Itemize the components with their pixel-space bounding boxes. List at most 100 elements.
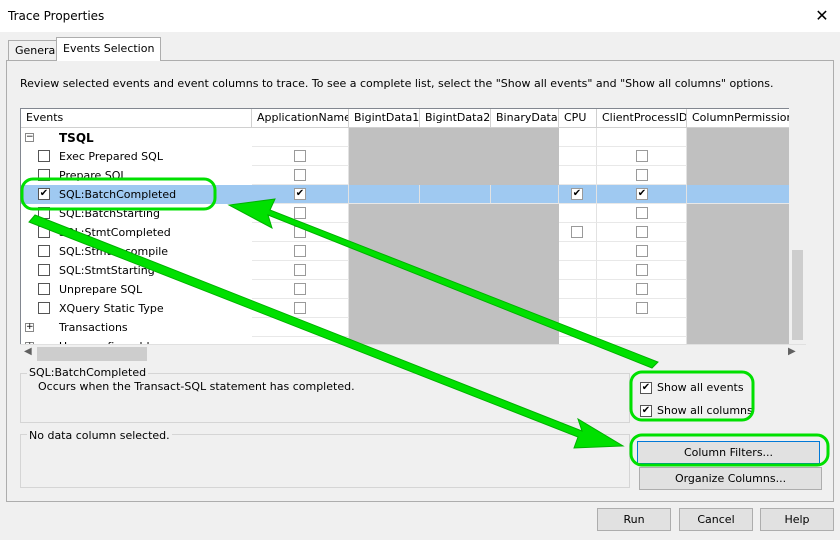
- clientprocessid-checkbox[interactable]: [636, 283, 648, 295]
- grid-cell: [349, 166, 420, 185]
- event-row[interactable]: SQL:StmtStarting: [21, 261, 805, 280]
- help-button[interactable]: Help: [760, 508, 834, 531]
- vertical-scroll-thumb[interactable]: [792, 250, 803, 340]
- clientprocessid-checkbox[interactable]: [636, 245, 648, 257]
- event-row[interactable]: XQuery Static Type: [21, 299, 805, 318]
- event-description-text: Occurs when the Transact-SQL statement h…: [38, 380, 355, 393]
- event-enabled-checkbox[interactable]: [38, 302, 50, 314]
- scroll-right-icon[interactable]: ▶: [788, 346, 796, 357]
- column-header-events[interactable]: Events: [21, 109, 252, 128]
- grid-vertical-scrollbar[interactable]: [789, 108, 806, 344]
- event-enabled-checkbox[interactable]: ✔: [38, 188, 50, 200]
- applicationname-checkbox[interactable]: ✔: [294, 188, 306, 200]
- event-enabled-checkbox[interactable]: [38, 283, 50, 295]
- applicationname-checkbox[interactable]: [294, 226, 306, 238]
- grid-cell: [559, 280, 597, 299]
- expand-icon[interactable]: +: [25, 323, 34, 332]
- tab-events-selection[interactable]: Events Selection: [56, 37, 162, 61]
- grid-cell: [349, 318, 420, 337]
- event-enabled-checkbox[interactable]: [38, 207, 50, 219]
- grid-cell: [349, 280, 420, 299]
- cancel-button[interactable]: Cancel: [679, 508, 753, 531]
- collapse-icon[interactable]: −: [25, 133, 34, 142]
- grid-cell: [420, 147, 491, 166]
- applicationname-checkbox[interactable]: [294, 245, 306, 257]
- applicationname-checkbox[interactable]: [294, 283, 306, 295]
- event-label: Unprepare SQL: [59, 283, 143, 296]
- grid-cell: [559, 318, 597, 337]
- grid-horizontal-scrollbar[interactable]: ◀ ▶: [20, 344, 806, 362]
- event-row[interactable]: Unprepare SQL: [21, 280, 805, 299]
- grid-cell: [349, 128, 420, 147]
- event-label: SQL:BatchCompleted: [59, 188, 177, 201]
- grid-cell: [420, 280, 491, 299]
- event-row[interactable]: SQL:StmtCompleted: [21, 223, 805, 242]
- event-enabled-checkbox[interactable]: [38, 150, 50, 162]
- clientprocessid-checkbox[interactable]: [636, 226, 648, 238]
- show-all-columns-check-icon[interactable]: ✔: [640, 405, 652, 417]
- horizontal-scroll-thumb[interactable]: [37, 347, 147, 361]
- applicationname-checkbox[interactable]: [294, 302, 306, 314]
- show-all-events-check-icon[interactable]: ✔: [640, 382, 652, 394]
- applicationname-checkbox[interactable]: [294, 264, 306, 276]
- category-label: TSQL: [59, 131, 94, 145]
- event-enabled-checkbox[interactable]: [38, 169, 50, 181]
- category-row-tsql[interactable]: − TSQL: [21, 128, 805, 147]
- category-label: Transactions: [59, 321, 128, 334]
- grid-cell: [687, 318, 794, 337]
- column-description-group: [20, 434, 630, 488]
- organize-columns-button[interactable]: Organize Columns...: [639, 467, 822, 490]
- show-all-events-checkbox[interactable]: ✔ Show all events: [640, 381, 760, 397]
- grid-cell: [349, 147, 420, 166]
- applicationname-checkbox[interactable]: [294, 169, 306, 181]
- event-row[interactable]: Exec Prepared SQL: [21, 147, 805, 166]
- event-row[interactable]: Prepare SQL: [21, 166, 805, 185]
- column-header-cpu[interactable]: CPU: [559, 109, 597, 128]
- event-row[interactable]: SQL:BatchStarting: [21, 204, 805, 223]
- grid-cell: [252, 128, 349, 147]
- grid-cell: [559, 299, 597, 318]
- category-row[interactable]: + Transactions: [21, 318, 805, 337]
- applicationname-checkbox[interactable]: [294, 150, 306, 162]
- events-grid[interactable]: Events ApplicationName BigintData1 Bigin…: [20, 108, 806, 362]
- clientprocessid-checkbox[interactable]: [636, 302, 648, 314]
- grid-cell: [491, 204, 559, 223]
- clientprocessid-checkbox[interactable]: [636, 207, 648, 219]
- event-label: SQL:StmtCompleted: [59, 226, 171, 239]
- title-bar: Trace Properties ✕: [0, 0, 840, 32]
- column-header-bigintdata2[interactable]: BigintData2: [420, 109, 491, 128]
- event-label: XQuery Static Type: [59, 302, 164, 315]
- grid-cell: [349, 223, 420, 242]
- cpu-checkbox[interactable]: [571, 226, 583, 238]
- event-enabled-checkbox[interactable]: [38, 264, 50, 276]
- clientprocessid-checkbox[interactable]: [636, 169, 648, 181]
- grid-cell: [420, 204, 491, 223]
- grid-cell: [559, 261, 597, 280]
- event-enabled-checkbox[interactable]: [38, 226, 50, 238]
- grid-cell: [491, 280, 559, 299]
- column-header-clientprocessid[interactable]: ClientProcessID: [597, 109, 687, 128]
- column-header-bigintdata1[interactable]: BigintData1: [349, 109, 420, 128]
- clientprocessid-checkbox[interactable]: ✔: [636, 188, 648, 200]
- clientprocessid-checkbox[interactable]: [636, 150, 648, 162]
- show-all-columns-checkbox[interactable]: ✔ Show all columns: [640, 404, 760, 420]
- event-row[interactable]: ✔ SQL:BatchCompleted ✔ ✔ ✔: [21, 185, 805, 204]
- grid-cell: [687, 280, 794, 299]
- grid-cell: [687, 147, 794, 166]
- scroll-left-icon[interactable]: ◀: [24, 346, 32, 357]
- event-enabled-checkbox[interactable]: [38, 245, 50, 257]
- run-button[interactable]: Run: [597, 508, 671, 531]
- event-label: SQL:StmtStarting: [59, 264, 155, 277]
- close-icon[interactable]: ✕: [812, 6, 832, 26]
- column-header-columnpermissions[interactable]: ColumnPermissions: [687, 109, 794, 128]
- column-filters-button[interactable]: Column Filters...: [637, 441, 820, 464]
- column-header-applicationname[interactable]: ApplicationName: [252, 109, 349, 128]
- applicationname-checkbox[interactable]: [294, 207, 306, 219]
- cpu-checkbox[interactable]: ✔: [571, 188, 583, 200]
- clientprocessid-checkbox[interactable]: [636, 264, 648, 276]
- grid-cell: [687, 242, 794, 261]
- grid-cell: [491, 185, 559, 204]
- event-row[interactable]: SQL:StmtRecompile: [21, 242, 805, 261]
- column-header-binarydata[interactable]: BinaryData: [491, 109, 559, 128]
- grid-cell: [597, 318, 687, 337]
